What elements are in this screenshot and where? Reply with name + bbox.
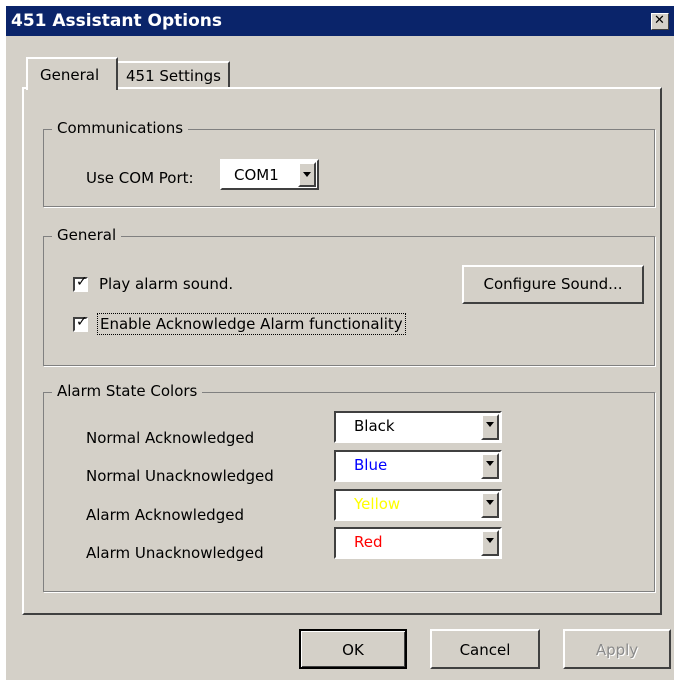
cancel-button-label: Cancel: [459, 641, 511, 659]
ok-button-label: OK: [342, 641, 364, 659]
alarm-state-colors-group: Alarm State Colors Normal Acknowledged B…: [43, 382, 655, 592]
check-icon: ✓: [76, 274, 88, 290]
alarm-unacknowledged-select[interactable]: Red: [334, 527, 502, 559]
check-icon: ✓: [76, 314, 88, 330]
apply-button-label: Apply: [595, 641, 639, 659]
com-port-value: COM1: [234, 166, 279, 184]
window-title: 451 Assistant Options: [11, 11, 222, 31]
normal-unacknowledged-label: Normal Unacknowledged: [86, 467, 274, 485]
dialog-window: 451 Assistant Options ✕ General 451 Sett…: [6, 6, 674, 680]
alarm-acknowledged-dropdown[interactable]: [481, 492, 499, 518]
enable-ack-checkbox[interactable]: ✓: [73, 314, 88, 332]
chevron-down-icon: [486, 461, 494, 466]
normal-acknowledged-label: Normal Acknowledged: [86, 429, 255, 447]
tab-general[interactable]: General: [26, 57, 118, 90]
com-port-select[interactable]: COM1: [220, 159, 319, 190]
general-group-label: General: [52, 226, 122, 244]
com-port-dropdown-button[interactable]: [298, 162, 316, 187]
normal-acknowledged-dropdown[interactable]: [481, 414, 499, 440]
normal-acknowledged-select[interactable]: Black: [334, 411, 502, 443]
configure-sound-button[interactable]: Configure Sound...: [462, 265, 644, 304]
alarm-unacknowledged-dropdown[interactable]: [481, 530, 499, 556]
alarm-unacknowledged-value: Red: [354, 533, 383, 551]
alarm-acknowledged-label: Alarm Acknowledged: [86, 506, 244, 524]
ok-button[interactable]: OK: [299, 629, 407, 669]
tab-451-settings[interactable]: 451 Settings: [116, 61, 230, 88]
tab-general-label: General: [40, 66, 100, 84]
alarm-state-colors-label: Alarm State Colors: [52, 382, 203, 400]
play-alarm-checkbox[interactable]: ✓: [73, 274, 88, 292]
chevron-down-icon: [486, 422, 494, 427]
normal-unacknowledged-value: Blue: [354, 456, 388, 474]
title-bar[interactable]: 451 Assistant Options ✕: [6, 6, 674, 36]
cancel-button[interactable]: Cancel: [430, 629, 540, 669]
apply-button[interactable]: Apply: [563, 629, 671, 669]
close-button[interactable]: ✕: [651, 13, 669, 30]
alarm-acknowledged-value: Yellow: [354, 495, 401, 513]
normal-unacknowledged-dropdown[interactable]: [481, 453, 499, 479]
configure-sound-label: Configure Sound...: [483, 275, 623, 293]
tab-panel-general: Communications Use COM Port: COM1 Genera…: [22, 87, 662, 615]
alarm-unacknowledged-label: Alarm Unacknowledged: [86, 544, 264, 562]
chevron-down-icon: [486, 538, 494, 543]
alarm-acknowledged-select[interactable]: Yellow: [334, 489, 502, 521]
normal-acknowledged-value: Black: [354, 417, 395, 435]
tab-451-settings-label: 451 Settings: [126, 67, 221, 85]
play-alarm-label[interactable]: Play alarm sound.: [99, 275, 233, 293]
chevron-down-icon: [486, 500, 494, 505]
general-group: General ✓ Play alarm sound. ✓ Enable Ack…: [43, 226, 655, 366]
chevron-down-icon: [303, 172, 311, 177]
enable-ack-label[interactable]: Enable Acknowledge Alarm functionality: [97, 313, 406, 335]
com-port-label: Use COM Port:: [86, 169, 194, 187]
communications-group: Communications Use COM Port: COM1: [43, 119, 655, 207]
close-icon: ✕: [654, 13, 665, 28]
communications-group-label: Communications: [52, 119, 189, 137]
normal-unacknowledged-select[interactable]: Blue: [334, 450, 502, 482]
